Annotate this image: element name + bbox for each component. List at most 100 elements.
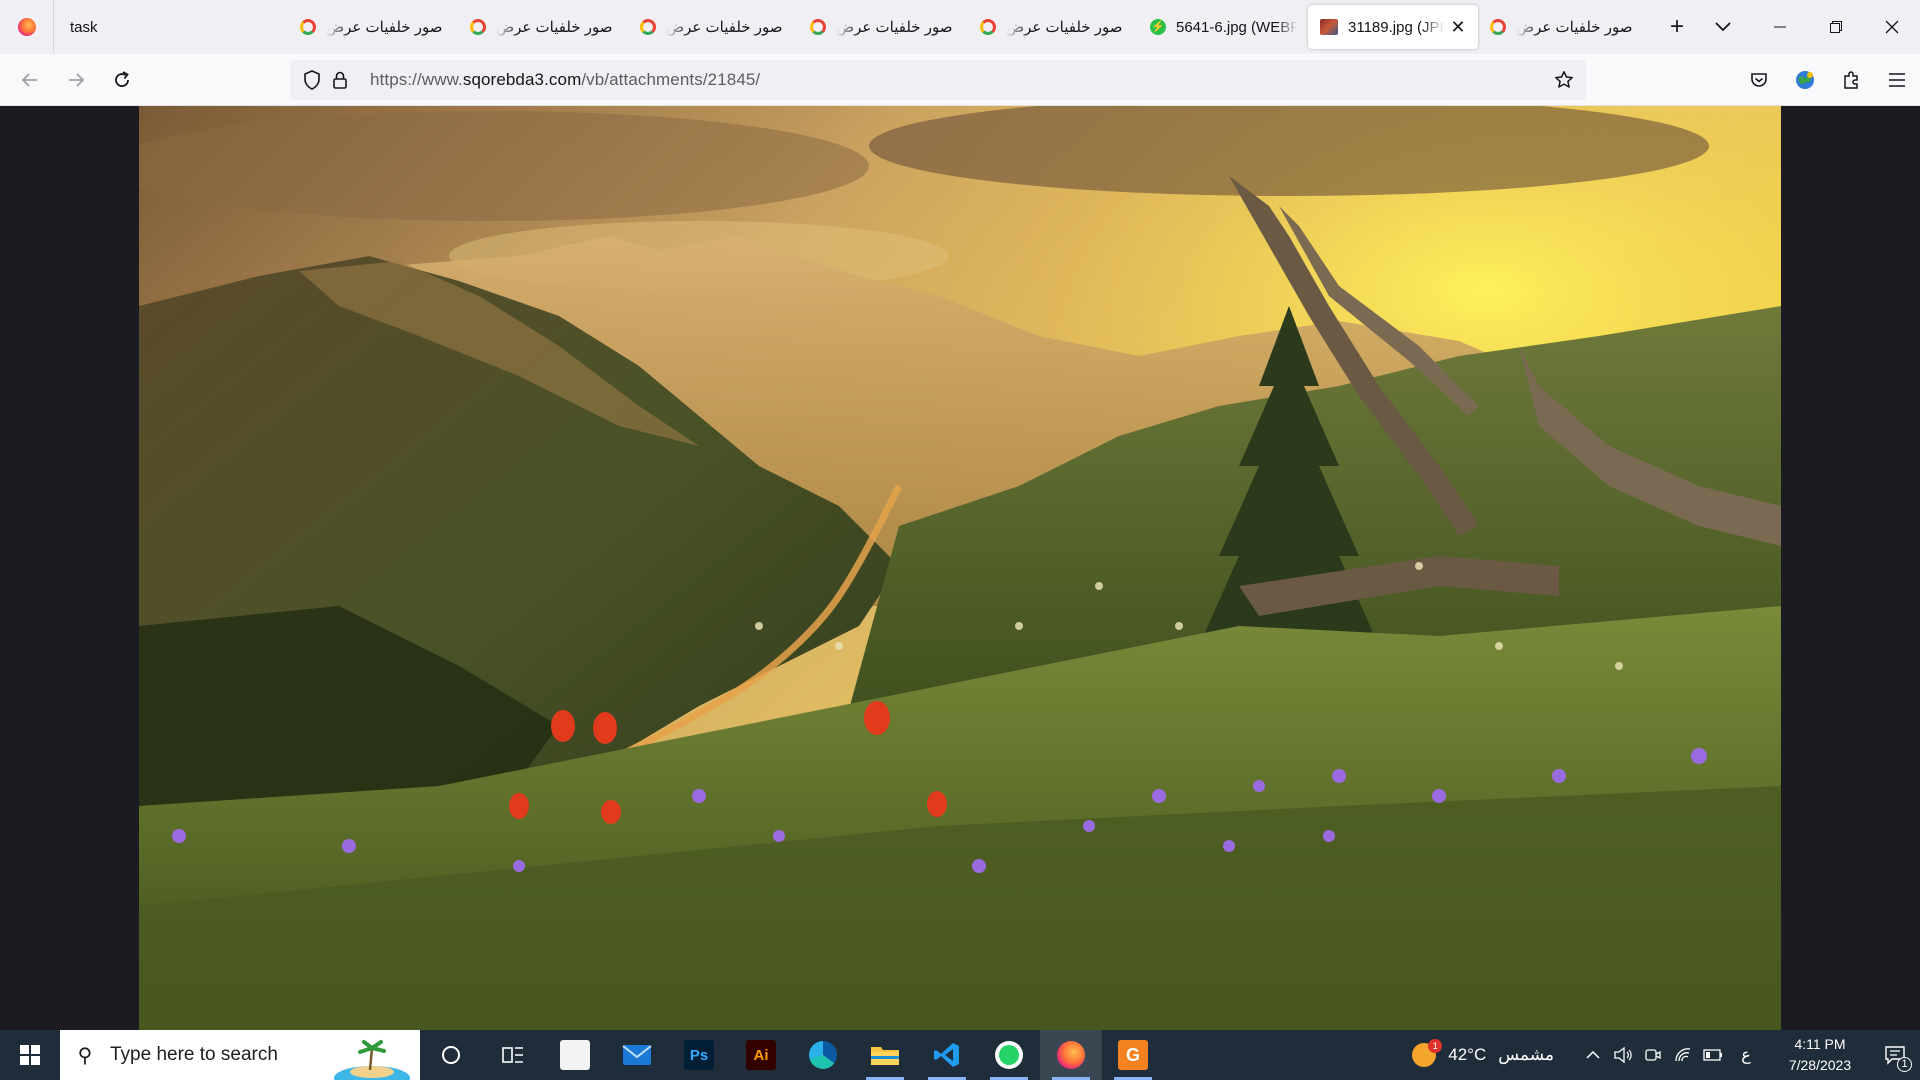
clock[interactable]: 4:11 PM 7/28/2023: [1770, 1034, 1870, 1076]
google-icon: [1490, 19, 1506, 35]
lock-icon[interactable]: [326, 66, 354, 94]
edge-icon: [809, 1041, 837, 1069]
image-viewer: [0, 106, 1920, 1030]
tab-7[interactable]: صور خلفيات عرض: [1478, 5, 1648, 49]
arrow-left-icon: [21, 72, 37, 87]
tab-4[interactable]: صور خلفيات عرض: [968, 5, 1138, 49]
task-view-button[interactable]: [482, 1030, 544, 1080]
task-view-icon: [502, 1047, 523, 1063]
google-icon: [470, 19, 486, 35]
extensions-button[interactable]: [1828, 58, 1874, 102]
plus-icon: +: [1669, 13, 1684, 40]
minimize-button[interactable]: [1752, 0, 1808, 54]
google-icon: [640, 19, 656, 35]
battery-button[interactable]: [1698, 1030, 1728, 1080]
vpn-extension-button[interactable]: [1782, 58, 1828, 102]
close-icon: [1885, 20, 1899, 34]
puzzle-piece-icon: [1844, 71, 1858, 89]
tab-group-label[interactable]: task: [54, 0, 224, 54]
address-bar[interactable]: https://www.sqorebda3.com/vb/attachments…: [290, 60, 1586, 100]
reload-icon: [115, 70, 129, 87]
close-tab-icon[interactable]: ✕: [1448, 17, 1468, 37]
volume-button[interactable]: [1608, 1030, 1638, 1080]
tab-2[interactable]: صور خلفيات عرض: [628, 5, 798, 49]
search-placeholder: Type here to search: [110, 1044, 278, 1065]
restore-button[interactable]: [1808, 0, 1864, 54]
battery-icon: [1703, 1049, 1722, 1061]
tab-title: 31189.jpg (JPEG: [1348, 18, 1444, 36]
list-all-tabs-button[interactable]: [1700, 5, 1746, 49]
reload-button[interactable]: [100, 58, 144, 102]
wifi-icon: [1675, 1048, 1691, 1062]
vscode-button[interactable]: [916, 1030, 978, 1080]
photoshop-icon: Ps: [684, 1040, 714, 1070]
clock-time: 4:11 PM: [1794, 1036, 1846, 1052]
illustrator-button[interactable]: Ai: [730, 1030, 792, 1080]
hamburger-menu-icon: [1889, 73, 1905, 87]
windows-taskbar: ⚲ Type here to search Ps Ai G 1 42°C مشم…: [0, 1030, 1920, 1080]
google-icon: [810, 19, 826, 35]
tracking-protection-shield-icon[interactable]: [298, 66, 326, 94]
sun-weather-icon: 1: [1412, 1039, 1443, 1067]
vscode-icon: [934, 1043, 959, 1067]
camera-icon: [1645, 1049, 1661, 1061]
bookmark-star-icon[interactable]: [1550, 66, 1578, 94]
restore-icon: [1830, 21, 1842, 33]
network-button[interactable]: [1668, 1030, 1698, 1080]
edge-button[interactable]: [792, 1030, 854, 1080]
landscape-photo[interactable]: [139, 106, 1781, 1030]
minimize-icon: [1774, 26, 1786, 28]
weather-widget[interactable]: 1 42°C مشمس: [1412, 1039, 1554, 1067]
island-search-highlight-icon: [334, 1040, 410, 1080]
input-language-button[interactable]: ع: [1728, 1030, 1764, 1080]
orange-app-button[interactable]: G: [1102, 1030, 1164, 1080]
globe-extension-icon: [1796, 71, 1814, 89]
mail-button[interactable]: [606, 1030, 668, 1080]
back-button[interactable]: [8, 58, 52, 102]
forward-button[interactable]: [54, 58, 98, 102]
tab-1[interactable]: صور خلفيات عرض: [458, 5, 628, 49]
file-explorer-button[interactable]: [854, 1030, 916, 1080]
taskbar-search-box[interactable]: ⚲ Type here to search: [60, 1030, 420, 1080]
speaker-icon: [1614, 1047, 1632, 1063]
photoshop-button[interactable]: Ps: [668, 1030, 730, 1080]
tab-6-active[interactable]: 31189.jpg (JPEG ✕: [1308, 5, 1478, 49]
tab-strip: task صور خلفيات عرض صور خلفيات عرض صور خ…: [0, 0, 1920, 54]
tab-3[interactable]: صور خلفيات عرض: [798, 5, 968, 49]
new-tab-button[interactable]: +: [1654, 5, 1700, 49]
show-hidden-icons-button[interactable]: [1578, 1030, 1608, 1080]
image-thumbnail-icon: [1320, 19, 1338, 35]
tab-title: صور خلفيات عرض: [1006, 19, 1123, 36]
meet-now-button[interactable]: [1638, 1030, 1668, 1080]
google-icon: [300, 19, 316, 35]
tab-title: صور خلفيات عرض: [1516, 19, 1633, 36]
app-menu-button[interactable]: [1874, 58, 1920, 102]
whatsapp-button[interactable]: [978, 1030, 1040, 1080]
start-button[interactable]: [0, 1030, 60, 1080]
cortana-button[interactable]: [420, 1030, 482, 1080]
pocket-button[interactable]: [1736, 58, 1782, 102]
notification-center-button[interactable]: 1: [1870, 1030, 1920, 1080]
close-window-button[interactable]: [1864, 0, 1920, 54]
chevron-up-icon: [1586, 1050, 1600, 1059]
tab-title: صور خلفيات عرض: [496, 19, 613, 36]
url-text[interactable]: https://www.sqorebda3.com/vb/attachments…: [370, 70, 760, 90]
firefox-view-button[interactable]: [0, 0, 54, 54]
mail-icon: [622, 1045, 652, 1065]
microsoft-store-button[interactable]: [544, 1030, 606, 1080]
tab-title: صور خلفيات عرض: [836, 19, 953, 36]
illustrator-icon: Ai: [746, 1040, 776, 1070]
arrow-right-icon: [69, 72, 85, 87]
firefox-button[interactable]: [1040, 1030, 1102, 1080]
weather-alert-badge: 1: [1428, 1039, 1443, 1053]
tab-5[interactable]: ⚡ 5641-6.jpg (WEBP: [1138, 5, 1308, 49]
tab-list: صور خلفيات عرض صور خلفيات عرض صور خلفيات…: [224, 0, 1746, 54]
url-domain: sqorebda3.com: [462, 70, 582, 89]
url-scheme: https://www.: [370, 70, 463, 89]
weather-condition: مشمس: [1498, 1045, 1554, 1064]
microsoft-store-icon: [560, 1040, 590, 1070]
tab-0[interactable]: صور خلفيات عرض: [288, 5, 458, 49]
search-icon: ⚲: [77, 1044, 93, 1067]
tab-title: 5641-6.jpg (WEBP: [1176, 18, 1298, 36]
windows-logo-icon: [20, 1045, 40, 1065]
